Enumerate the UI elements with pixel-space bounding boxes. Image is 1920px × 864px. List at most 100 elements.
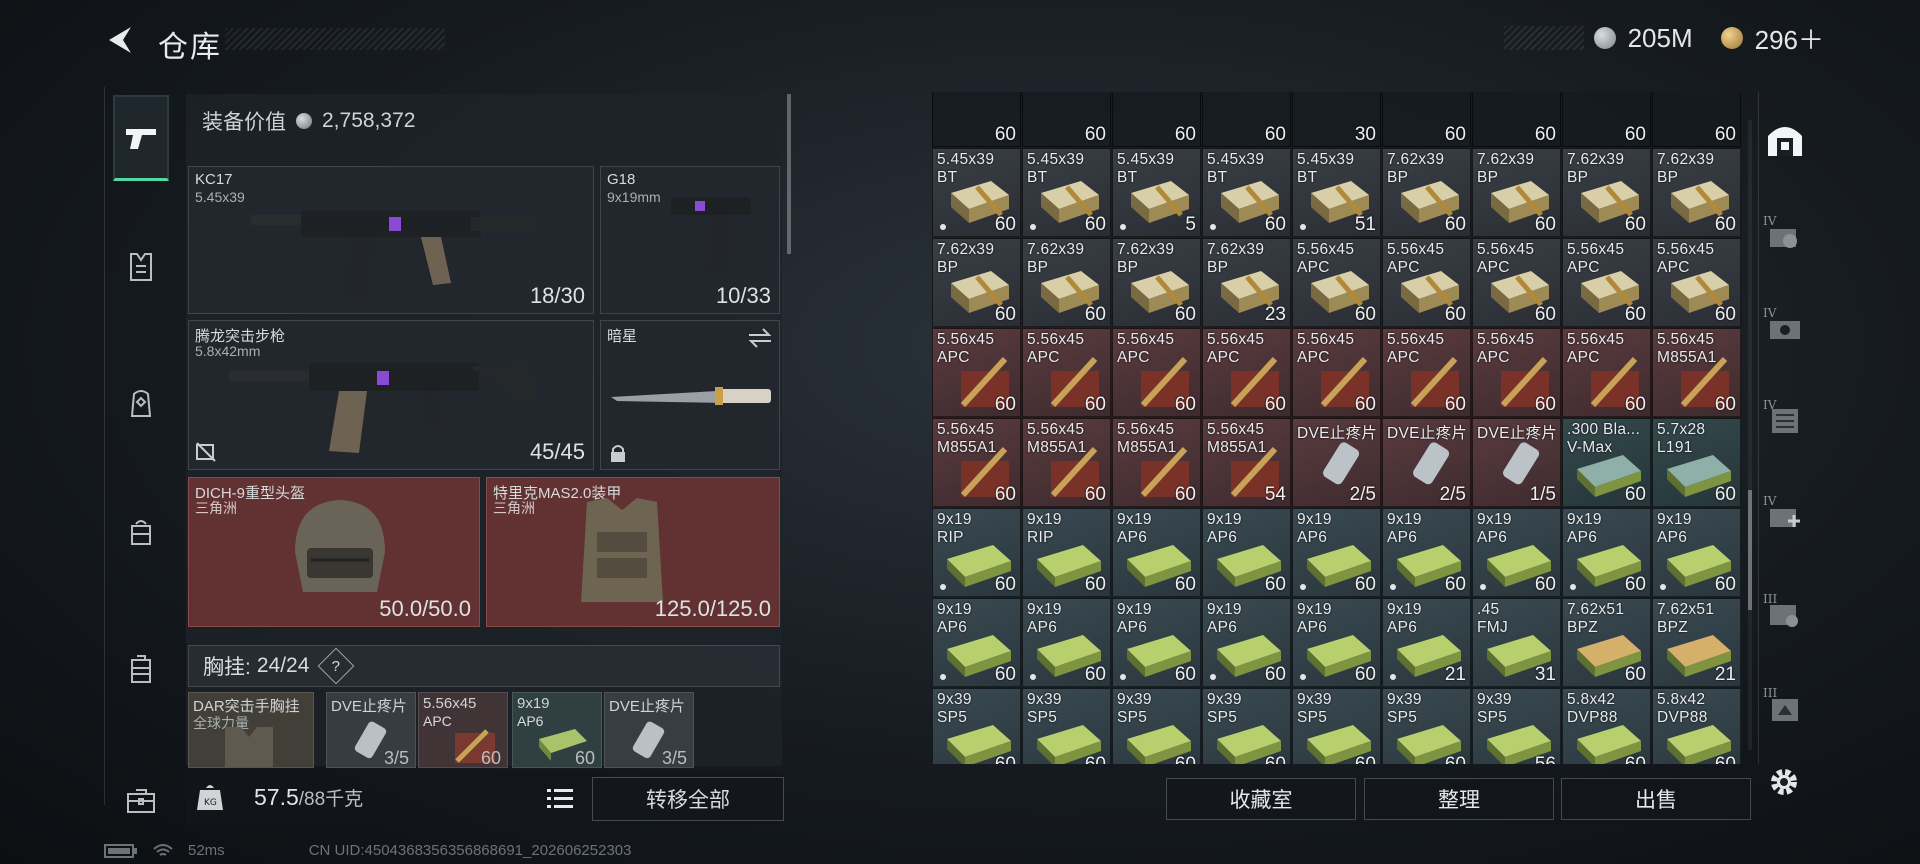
stash-cell[interactable]: 7.62x39 BP 60 bbox=[1472, 148, 1561, 237]
stash-cell[interactable]: 5.56x45 APC 60 bbox=[1292, 238, 1381, 327]
container-slot-6[interactable]: III bbox=[1759, 682, 1811, 734]
stash-cell[interactable]: 5.45x39 BT 51 bbox=[1292, 148, 1381, 237]
stash-cell[interactable]: 60 bbox=[932, 92, 1021, 147]
stash-cell[interactable]: 5.8x42DVP88 60 bbox=[1652, 688, 1741, 764]
primary-weapon-slot[interactable]: KC17 5.45x39 18/30 bbox=[188, 166, 594, 314]
stash-cell[interactable]: 5.56x45 APC 60 bbox=[1382, 328, 1471, 417]
stash-cell[interactable]: DVE止疼片 2/5 bbox=[1382, 418, 1471, 507]
sort-button[interactable]: 整理 bbox=[1364, 778, 1554, 820]
stash-cell[interactable]: 5.56x45 APC 60 bbox=[1382, 238, 1471, 327]
armor-slot[interactable]: 特里克MAS2.0装甲 三角洲 125.0/125.0 bbox=[486, 477, 780, 627]
stash-cell[interactable]: 7.62x39 BP 60 bbox=[1562, 148, 1651, 237]
melee-slot[interactable]: 暗星 bbox=[600, 320, 780, 470]
stash-cell[interactable]: 30 bbox=[1292, 92, 1381, 147]
container-slot-3[interactable]: IV bbox=[1759, 394, 1811, 446]
stash-cell[interactable]: 5.56x45 APC 60 bbox=[1112, 328, 1201, 417]
stash-cell[interactable]: 5.45x39 BT 60 bbox=[932, 148, 1021, 237]
nav-case[interactable] bbox=[113, 633, 169, 705]
stash-cell[interactable]: 5.56x45 M855A1 60 bbox=[1652, 328, 1741, 417]
sell-button[interactable]: 出售 bbox=[1561, 778, 1751, 820]
swap-icon[interactable] bbox=[747, 327, 773, 349]
stash-cell[interactable]: 9x19 AP6 60 bbox=[1022, 598, 1111, 687]
stash-cell[interactable]: 5.56x45 APC 60 bbox=[1562, 328, 1651, 417]
stash-cell[interactable]: 5.56x45 APC 60 bbox=[1472, 238, 1561, 327]
rig-slot-painkiller[interactable]: DVE止疼片 3/5 bbox=[604, 692, 694, 768]
secondary-weapon-slot[interactable]: 腾龙突击步枪 5.8x42mm 45/45 bbox=[188, 320, 594, 470]
stash-cell[interactable]: 9x19 AP6 60 bbox=[1112, 508, 1201, 597]
rig-slot-ammo-556[interactable]: 5.56x45 APC 60 bbox=[418, 692, 508, 768]
stash-scroll-track[interactable] bbox=[1748, 120, 1752, 750]
stash-cell[interactable]: 7.62x39 BP 60 bbox=[1022, 238, 1111, 327]
rig-slot-ammo-9x19[interactable]: 9x19 AP6 60 bbox=[512, 692, 602, 768]
stash-cell[interactable]: 60 bbox=[1382, 92, 1471, 147]
stash-cell[interactable]: 9x19 AP6 60 bbox=[1202, 598, 1291, 687]
stash-cell[interactable]: 7.62x51 BPZ 60 bbox=[1562, 598, 1651, 687]
stash-cell[interactable]: 7.62x39 BP 60 bbox=[1652, 148, 1741, 237]
back-button[interactable] bbox=[100, 22, 140, 58]
stash-cell[interactable]: 7.62x39 BP 60 bbox=[1382, 148, 1471, 237]
stash-cell[interactable]: DVE止疼片 1/5 bbox=[1472, 418, 1561, 507]
stash-cell[interactable]: 7.62x39 BP 60 bbox=[1112, 238, 1201, 327]
stash-cell[interactable]: 9x39SP5 60 bbox=[932, 688, 1021, 764]
container-slot-1[interactable]: IV bbox=[1759, 210, 1811, 262]
stash-cell[interactable]: 5.7x28 L191 60 bbox=[1652, 418, 1741, 507]
stash-cell[interactable]: 5.45x39 BT 60 bbox=[1202, 148, 1291, 237]
stash-cell[interactable]: 5.56x45 APC 60 bbox=[1562, 238, 1651, 327]
nav-weapons[interactable] bbox=[113, 95, 169, 181]
stash-cell[interactable]: 9x19 AP6 60 bbox=[1562, 508, 1651, 597]
stash-cell[interactable]: 9x19 AP6 60 bbox=[1112, 598, 1201, 687]
stash-cell[interactable]: .300 Bla... V-Max 60 bbox=[1562, 418, 1651, 507]
stash-cell[interactable]: 5.56x45 APC 60 bbox=[1472, 328, 1561, 417]
transfer-all-button[interactable]: 转移全部 bbox=[592, 777, 784, 821]
list-view-button[interactable] bbox=[542, 780, 578, 816]
stash-cell[interactable]: 5.45x39 BT 5 bbox=[1112, 148, 1201, 237]
stash-cell[interactable]: 7.62x51 BPZ 21 bbox=[1652, 598, 1741, 687]
rig-slot-painkiller[interactable]: DVE止疼片 3/5 bbox=[326, 692, 416, 768]
stash-cell[interactable]: 5.56x45 APC 60 bbox=[1652, 238, 1741, 327]
help-button[interactable]: ? bbox=[318, 647, 355, 685]
stash-overview-button[interactable] bbox=[1759, 112, 1811, 164]
stash-cell[interactable]: 9x19 AP6 60 bbox=[1652, 508, 1741, 597]
stash-cell[interactable]: 7.62x39 BP 60 bbox=[932, 238, 1021, 327]
stash-cell[interactable]: 5.56x45 M855A1 54 bbox=[1202, 418, 1291, 507]
stash-cell[interactable]: 5.8x42DVP88 60 bbox=[1562, 688, 1651, 764]
stash-cell[interactable]: 9x39SP5 56 bbox=[1472, 688, 1561, 764]
stash-cell[interactable]: 9x39SP5 60 bbox=[1202, 688, 1291, 764]
stash-cell[interactable]: 60 bbox=[1562, 92, 1651, 147]
sidearm-slot[interactable]: G18 9x19mm 10/33 bbox=[600, 166, 780, 314]
stash-scroll-thumb[interactable] bbox=[1748, 490, 1752, 610]
stash-cell[interactable]: 5.56x45 APC 60 bbox=[1022, 328, 1111, 417]
stash-cell[interactable]: 9x39SP5 60 bbox=[1022, 688, 1111, 764]
stash-cell[interactable]: DVE止疼片 2/5 bbox=[1292, 418, 1381, 507]
stash-cell[interactable]: 7.62x39 BP 23 bbox=[1202, 238, 1291, 327]
container-slot-4[interactable]: IV bbox=[1759, 490, 1811, 542]
stash-cell[interactable]: 5.56x45 M855A1 60 bbox=[932, 418, 1021, 507]
stash-cell[interactable]: 9x39SP5 60 bbox=[1292, 688, 1381, 764]
stash-cell[interactable]: 9x19 AP6 60 bbox=[1202, 508, 1291, 597]
stash-cell[interactable]: 60 bbox=[1112, 92, 1201, 147]
stash-cell[interactable]: 9x39SP5 60 bbox=[1112, 688, 1201, 764]
stash-cell[interactable]: 5.56x45 APC 60 bbox=[1202, 328, 1291, 417]
stash-cell[interactable]: 9x19 RIP 60 bbox=[1022, 508, 1111, 597]
nav-backpack[interactable] bbox=[113, 367, 169, 439]
stash-cell[interactable]: 9x39SP5 60 bbox=[1382, 688, 1471, 764]
stash-cell[interactable]: 5.56x45 M855A1 60 bbox=[1112, 418, 1201, 507]
stash-cell[interactable]: .45 FMJ 31 bbox=[1472, 598, 1561, 687]
stash-cell[interactable]: 9x19 AP6 21 bbox=[1382, 598, 1471, 687]
equipment-scrollbar[interactable] bbox=[787, 94, 791, 254]
stash-cell[interactable]: 9x19 RIP 60 bbox=[932, 508, 1021, 597]
nav-bag[interactable] bbox=[113, 495, 169, 567]
stash-cell[interactable]: 60 bbox=[1022, 92, 1111, 147]
stash-cell[interactable]: 60 bbox=[1202, 92, 1291, 147]
stash-cell[interactable]: 9x19 AP6 60 bbox=[1292, 598, 1381, 687]
stash-cell[interactable]: 9x19 AP6 60 bbox=[1472, 508, 1561, 597]
stash-cell[interactable]: 9x19 AP6 60 bbox=[1292, 508, 1381, 597]
settings-button[interactable] bbox=[1764, 762, 1804, 802]
stash-cell[interactable]: 60 bbox=[1472, 92, 1561, 147]
helmet-slot[interactable]: DICH-9重型头盔 三角洲 50.0/50.0 bbox=[188, 477, 480, 627]
stash-cell[interactable]: 5.45x39 BT 60 bbox=[1022, 148, 1111, 237]
stash-cell[interactable]: 9x19 AP6 60 bbox=[932, 598, 1021, 687]
stash-cell[interactable]: 5.56x45 APC 60 bbox=[932, 328, 1021, 417]
collection-room-button[interactable]: 收藏室 bbox=[1166, 778, 1356, 820]
stash-cell[interactable]: 5.56x45 APC 60 bbox=[1292, 328, 1381, 417]
